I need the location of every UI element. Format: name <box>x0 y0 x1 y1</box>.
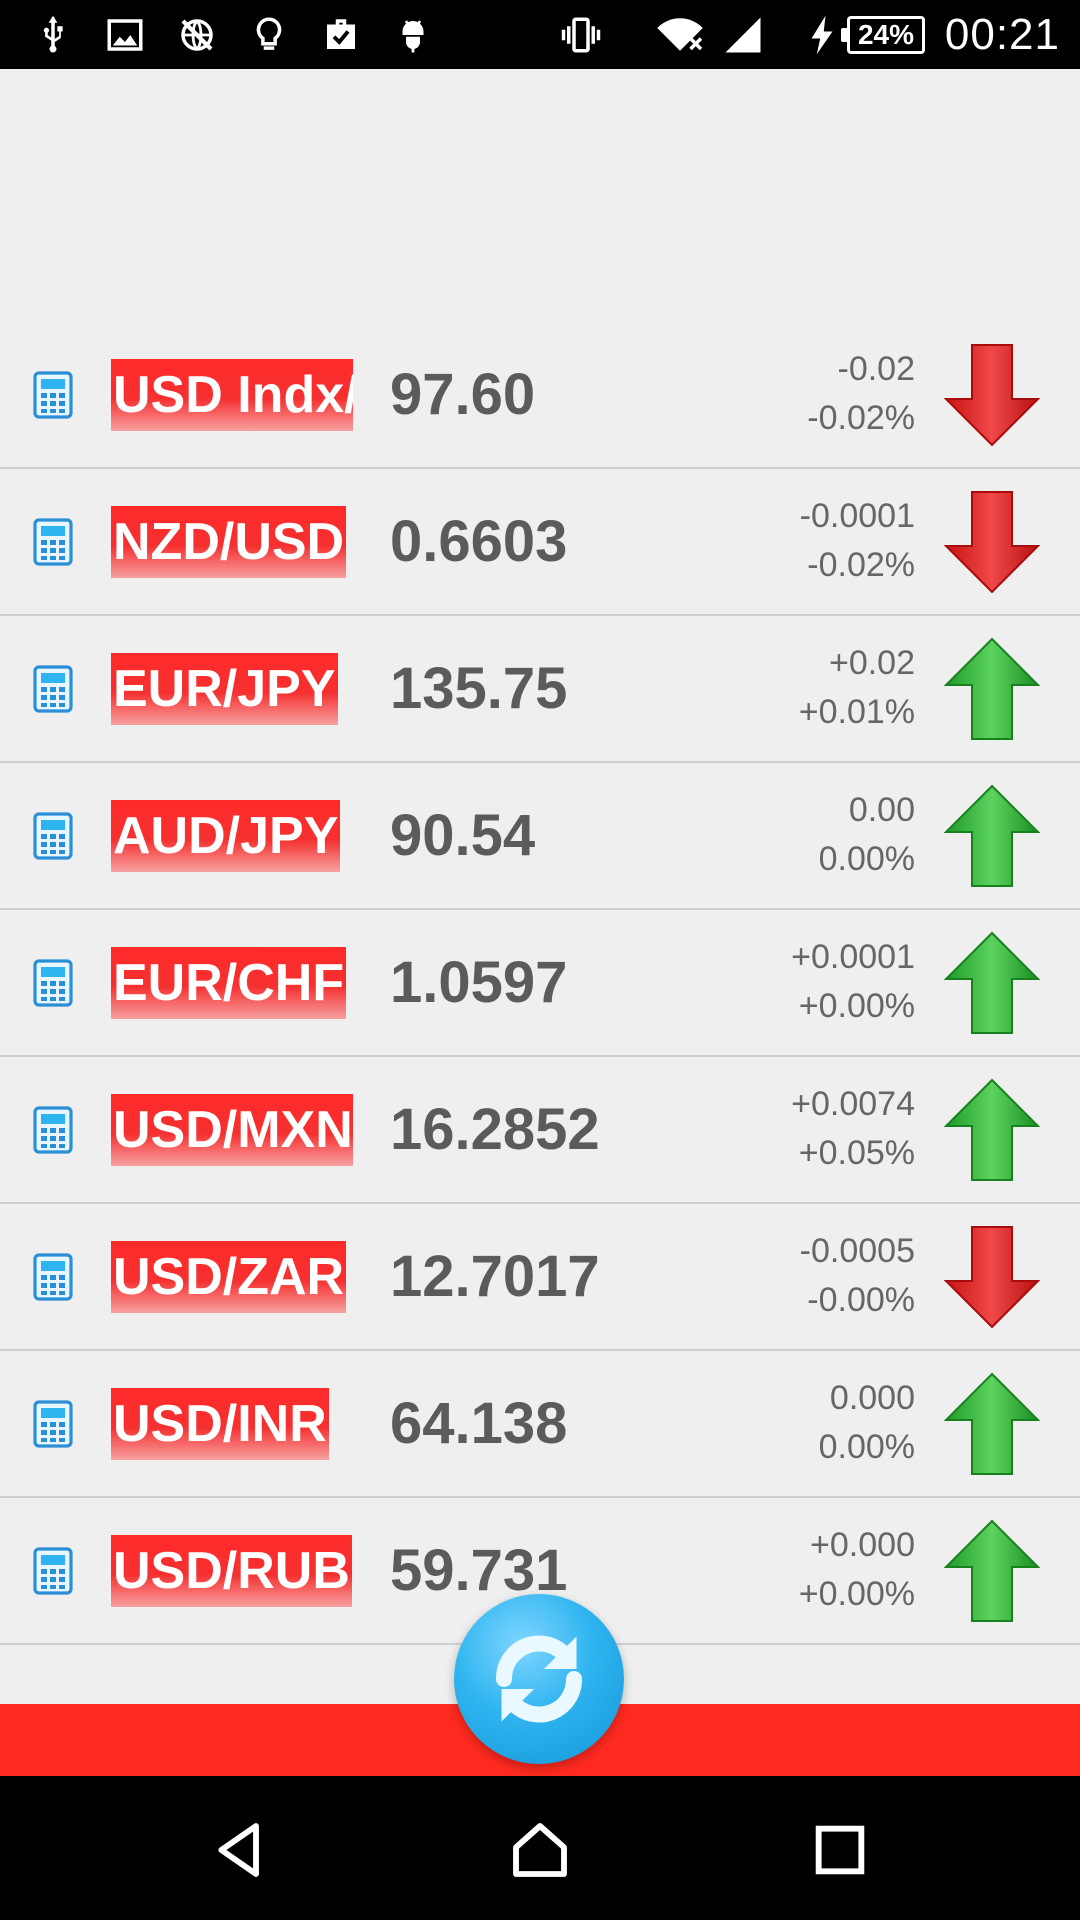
change-percent: +0.01% <box>798 692 915 731</box>
rate-change: 0.00 0.00% <box>819 786 915 884</box>
arrow-up-icon <box>943 1372 1041 1476</box>
change-value: +0.000 <box>810 1525 915 1564</box>
rate-price: 16.2852 <box>390 1096 600 1162</box>
currency-pair: USD Indx/ <box>111 358 353 431</box>
rate-row[interactable]: EUR/JPY 135.75 +0.02 +0.01% <box>0 616 1080 763</box>
status-bar: 24% 00:21 <box>0 0 1080 69</box>
rate-change: -0.0001 -0.02% <box>800 492 915 590</box>
rate-list: USD Indx/97.60 -0.02 -0.02% NZD/USD 0.6603 -0… <box>0 322 1080 1645</box>
change-percent: +0.05% <box>798 1133 915 1172</box>
rate-price: 97.60 <box>390 361 536 427</box>
calculator-icon[interactable] <box>33 1399 73 1448</box>
calculator-icon[interactable] <box>33 1546 73 1595</box>
change-value: +0.0074 <box>791 1084 915 1123</box>
rate-price: 64.138 <box>390 1390 568 1456</box>
change-percent: -0.02% <box>807 545 915 584</box>
change-percent: +0.00% <box>798 1574 915 1613</box>
android-icon <box>392 14 434 56</box>
battery-indicator: 24% <box>841 16 925 54</box>
rate-price: 0.6603 <box>390 508 568 574</box>
change-percent: -0.02% <box>807 398 915 437</box>
rate-row[interactable]: EUR/CHF 1.0597 +0.0001 +0.00% <box>0 910 1080 1057</box>
change-value: 0.00 <box>848 790 915 829</box>
rate-change: +0.0074 +0.05% <box>791 1080 915 1178</box>
change-percent: 0.00% <box>818 839 915 878</box>
arrow-up-icon <box>943 1519 1041 1623</box>
calculator-icon[interactable] <box>33 664 73 713</box>
change-value: -0.0001 <box>799 496 915 535</box>
change-value: +0.02 <box>828 643 915 682</box>
rate-change: -0.02 -0.02% <box>807 345 915 443</box>
calculator-icon[interactable] <box>33 517 73 566</box>
calculator-icon[interactable] <box>33 958 73 1007</box>
arrow-down-icon <box>943 343 1041 447</box>
change-value: +0.0001 <box>791 937 915 976</box>
refresh-icon <box>495 1635 583 1723</box>
no-sync-icon <box>176 14 218 56</box>
change-value: -0.02 <box>837 349 916 388</box>
change-value: -0.0005 <box>799 1231 915 1270</box>
arrow-up-icon <box>943 1078 1041 1182</box>
arrow-down-icon <box>943 490 1041 594</box>
calculator-icon[interactable] <box>33 1252 73 1301</box>
change-percent: 0.00% <box>818 1427 915 1466</box>
clock: 00:21 <box>944 10 1060 59</box>
recents-icon[interactable] <box>808 1818 872 1882</box>
rate-row[interactable]: USD/ZAR 12.7017 -0.0005 -0.00% <box>0 1204 1080 1351</box>
calculator-icon[interactable] <box>33 370 73 419</box>
wifi-icon <box>650 14 710 56</box>
change-percent: +0.00% <box>798 986 915 1025</box>
image-icon <box>104 14 146 56</box>
rate-change: -0.0005 -0.00% <box>800 1227 915 1325</box>
arrow-up-icon <box>943 637 1041 741</box>
rate-change: 0.000 0.00% <box>819 1374 915 1472</box>
rate-row[interactable]: AUD/JPY 90.54 0.00 0.00% <box>0 763 1080 910</box>
arrow-up-icon <box>943 931 1041 1035</box>
rate-price: 59.731 <box>390 1537 568 1603</box>
lightbulb-icon <box>248 14 290 56</box>
currency-pair: EUR/JPY <box>111 652 338 725</box>
usb-icon <box>32 14 74 56</box>
currency-pair: USD/MXN <box>111 1093 353 1166</box>
arrow-down-icon <box>943 1225 1041 1329</box>
rate-price: 12.7017 <box>390 1243 600 1309</box>
calculator-icon[interactable] <box>33 811 73 860</box>
currency-pair: EUR/CHF <box>111 946 347 1019</box>
currency-pair: NZD/USD <box>111 505 347 578</box>
rate-price: 135.75 <box>390 655 568 721</box>
currency-pair: AUD/JPY <box>111 799 341 872</box>
rate-row[interactable]: USD/INR 64.138 0.000 0.00% <box>0 1351 1080 1498</box>
currency-pair: USD/INR <box>111 1387 329 1460</box>
rate-price: 1.0597 <box>390 949 568 1015</box>
rate-row[interactable]: USD/MXN 16.2852 +0.0074 +0.05% <box>0 1057 1080 1204</box>
home-icon[interactable] <box>508 1818 572 1882</box>
rate-row[interactable]: USD Indx/97.60 -0.02 -0.02% <box>0 322 1080 469</box>
navigation-bar <box>0 1776 1080 1920</box>
rate-price: 90.54 <box>390 802 536 868</box>
rate-change: +0.000 +0.00% <box>799 1521 915 1619</box>
rate-row[interactable]: NZD/USD 0.6603 -0.0001 -0.02% <box>0 469 1080 616</box>
change-value: 0.000 <box>829 1378 915 1417</box>
vibrate-icon <box>560 14 602 56</box>
signal-icon <box>722 14 764 56</box>
rate-change: +0.0001 +0.00% <box>791 933 915 1031</box>
calculator-icon[interactable] <box>33 1105 73 1154</box>
change-percent: -0.00% <box>807 1280 915 1319</box>
rate-change: +0.02 +0.01% <box>799 639 915 737</box>
currency-pair: USD/ZAR <box>111 1240 347 1313</box>
charging-icon <box>806 14 838 56</box>
currency-pair: USD/RUB <box>111 1534 352 1607</box>
refresh-button[interactable] <box>454 1594 624 1764</box>
back-icon[interactable] <box>208 1818 272 1882</box>
briefcase-check-icon <box>320 14 362 56</box>
arrow-up-icon <box>943 784 1041 888</box>
